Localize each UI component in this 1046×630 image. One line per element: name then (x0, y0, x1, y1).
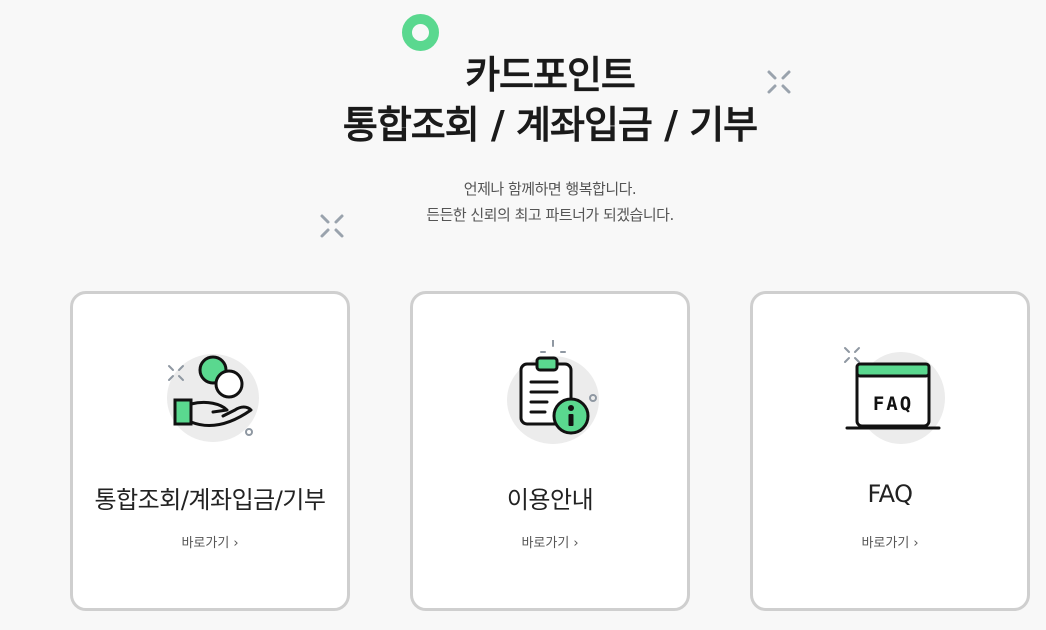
chevron-right-icon: › (573, 536, 579, 551)
subtitle-line-1: 언제나 함께하면 행복합니다. (463, 180, 637, 198)
coin-hand-icon (167, 354, 259, 442)
page-title: 카드포인트 통합조회 / 계좌입금 / 기부 (0, 50, 1046, 150)
faq-window-icon: FAQ (844, 347, 945, 444)
shortcut-link[interactable]: 바로가기 › (73, 532, 347, 551)
shortcut-link[interactable]: 바로가기 › (753, 532, 1027, 551)
chevron-right-icon: › (913, 536, 919, 551)
title-line-1: 카드포인트 (465, 53, 636, 97)
faq-icon-text: FAQ (873, 393, 913, 415)
title-line-2: 통합조회 / 계좌입금 / 기부 (342, 103, 758, 147)
subtitle-line-2: 든든한 신뢰의 최고 파트너가 되겠습니다. (426, 206, 674, 224)
shortcut-link-text: 바로가기 (181, 536, 230, 551)
page: 카드포인트 통합조회 / 계좌입금 / 기부 언제나 함께하면 행복합니다. 든… (0, 0, 1046, 630)
card-label: 통합조회/계좌입금/기부 (94, 486, 326, 514)
card-faq[interactable]: FAQ FAQ 바로가기 › (750, 291, 1030, 611)
card-label: 이용안내 (506, 486, 594, 514)
clipboard-info-icon (507, 340, 599, 444)
page-subtitle: 언제나 함께하면 행복합니다. 든든한 신뢰의 최고 파트너가 되겠습니다. (0, 176, 1046, 228)
card-usage-guide[interactable]: 이용안내 바로가기 › (410, 291, 690, 611)
shortcut-link-text: 바로가기 (521, 536, 570, 551)
card-points-inquiry[interactable]: 통합조회/계좌입금/기부 바로가기 › (70, 291, 350, 611)
chevron-right-icon: › (233, 536, 239, 551)
green-ring-decoration (402, 14, 439, 51)
card-label: FAQ (867, 480, 914, 508)
shortcut-link[interactable]: 바로가기 › (413, 532, 687, 551)
shortcut-link-text: 바로가기 (861, 536, 910, 551)
